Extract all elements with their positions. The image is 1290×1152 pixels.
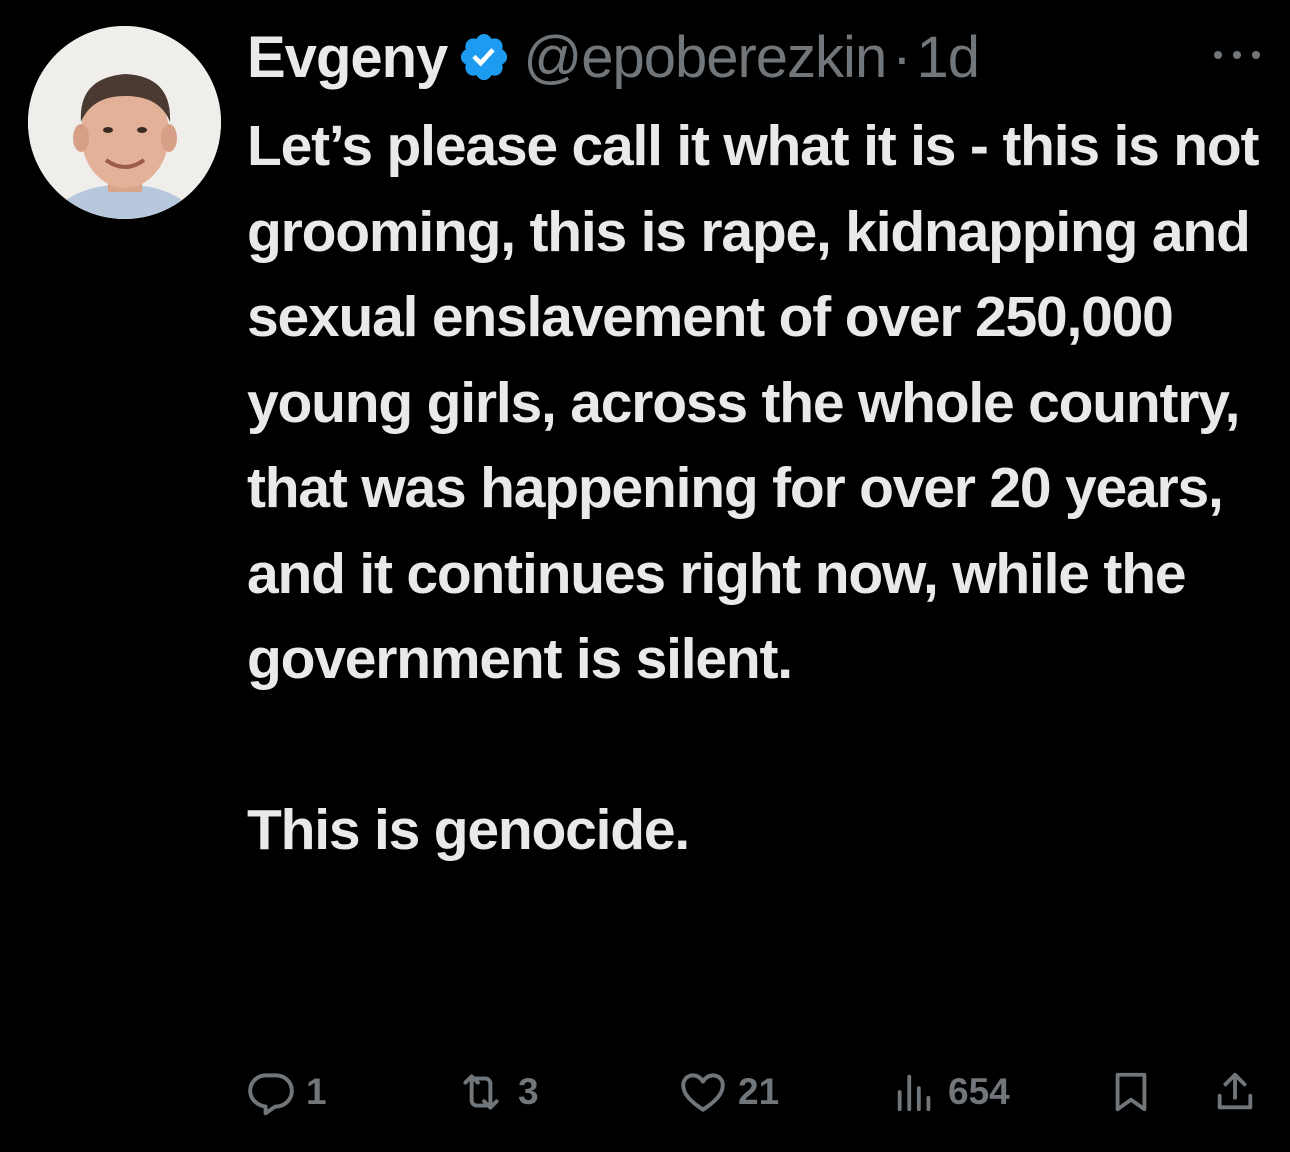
share-icon	[1217, 1072, 1253, 1110]
reply-count: 1	[306, 1071, 327, 1112]
more-dot	[1233, 51, 1241, 59]
share-button[interactable]	[1212, 1066, 1258, 1118]
retweet-button[interactable]: 3	[454, 1066, 539, 1118]
avatar[interactable]	[28, 26, 221, 219]
separator-dot: ·	[892, 24, 911, 90]
retweet-icon	[463, 1074, 499, 1110]
action-bar: 1 3 21 654	[246, 1066, 1266, 1118]
like-count: 21	[738, 1071, 780, 1112]
view-count: 654	[948, 1071, 1010, 1112]
retweet-count: 3	[518, 1071, 539, 1112]
heart-icon	[681, 1073, 725, 1112]
reply-button[interactable]: 1	[246, 1066, 327, 1118]
like-button[interactable]: 21	[678, 1066, 779, 1118]
tweet-text: Let’s please call it what it is - this i…	[247, 114, 1260, 862]
author-handle[interactable]: @epoberezkin	[523, 24, 887, 91]
display-name[interactable]: Evgeny	[247, 24, 448, 91]
more-dot	[1214, 51, 1222, 59]
bookmark-icon	[1115, 1072, 1147, 1112]
views-icon	[897, 1074, 931, 1112]
more-dot	[1252, 51, 1260, 59]
bookmark-button[interactable]	[1108, 1066, 1154, 1118]
verified-badge-icon[interactable]	[457, 30, 511, 84]
views-button[interactable]: 654	[892, 1066, 1010, 1118]
tweet-header: Evgeny @epoberezkin · 1d	[247, 22, 981, 92]
timestamp[interactable]: 1d	[917, 24, 981, 91]
reply-icon	[248, 1073, 294, 1116]
more-icon[interactable]	[1214, 40, 1260, 70]
